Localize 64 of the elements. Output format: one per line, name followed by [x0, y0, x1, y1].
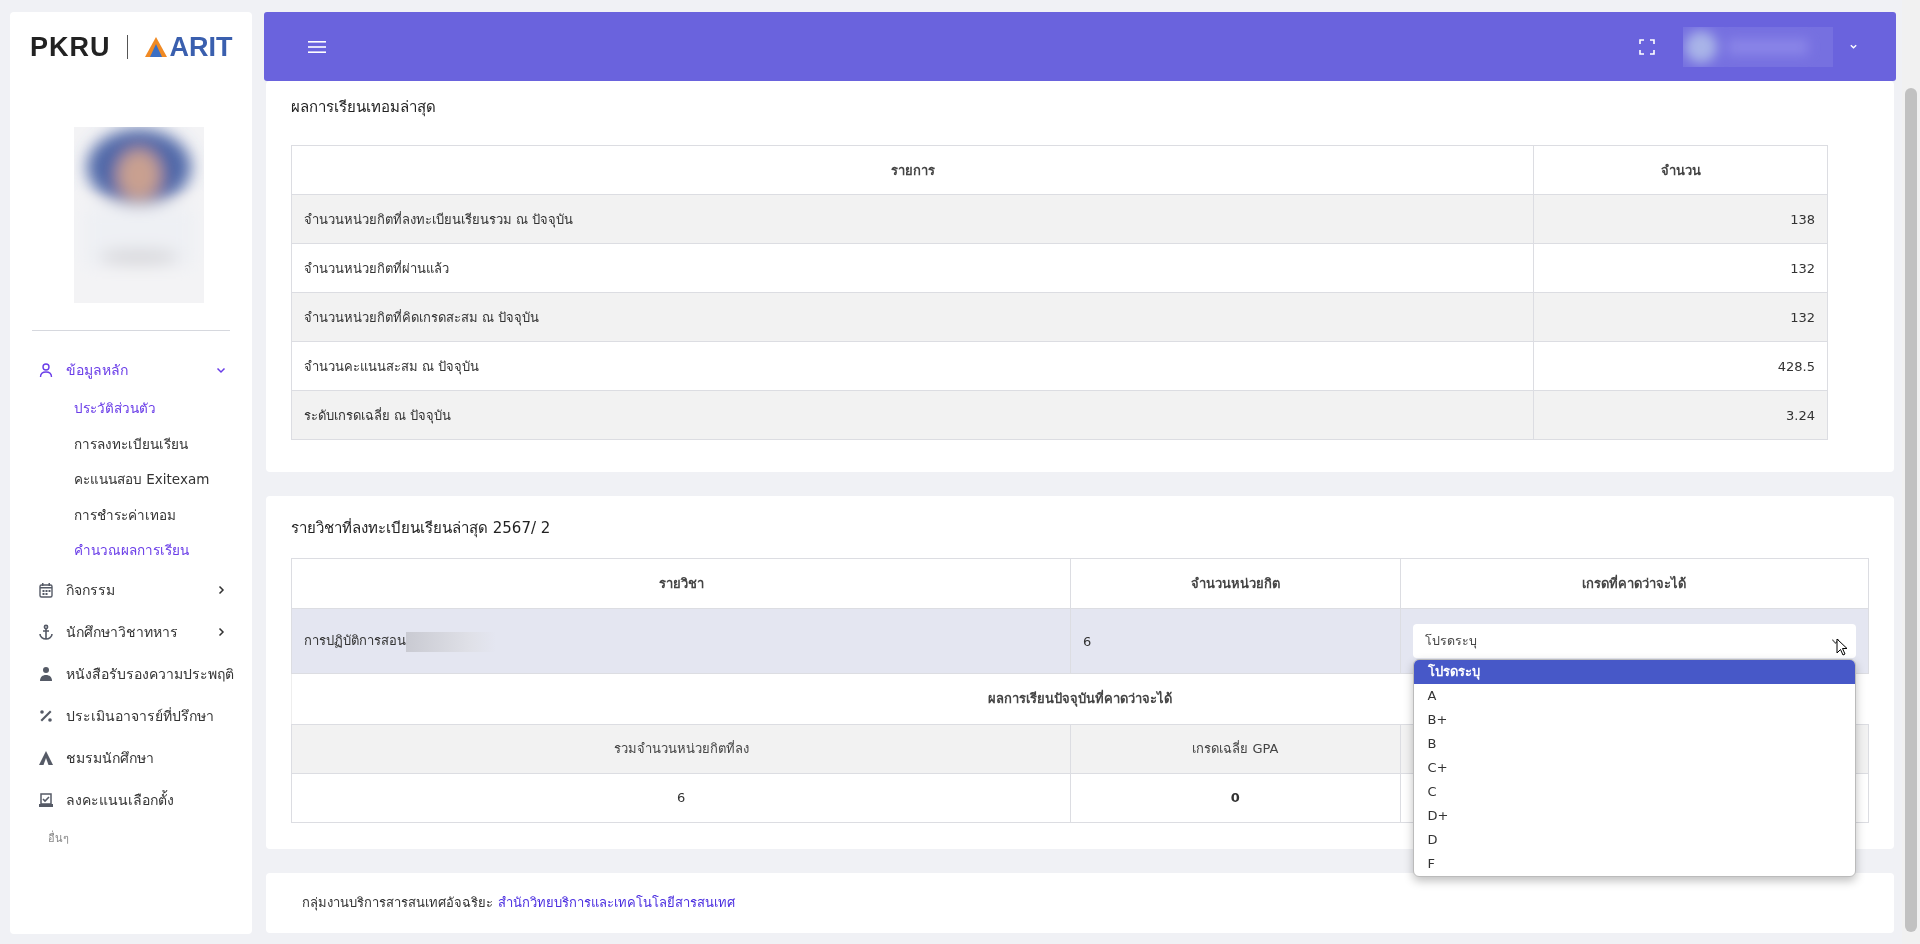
dropdown-option[interactable]: B	[1413, 732, 1855, 756]
column-header: เกรดที่คาดว่าจะได้	[1400, 558, 1869, 609]
tent-icon	[38, 749, 54, 766]
dropdown-option[interactable]: D	[1413, 828, 1855, 852]
submenu-item[interactable]: การชำระค่าเทอม	[10, 497, 252, 533]
table-cell: จำนวนหน่วยกิตที่ผ่านแล้ว	[291, 243, 1534, 293]
user-icon	[38, 362, 54, 378]
table-cell: จำนวนคะแนนสะสม ณ ปัจจุบัน	[291, 341, 1534, 391]
table-cell: 428.5	[1533, 341, 1828, 391]
calendar-icon	[38, 581, 54, 598]
table-cell: 0	[1230, 790, 1240, 805]
caret-icon[interactable]	[1849, 42, 1858, 51]
submenu-item[interactable]: คะแนนสอบ Exitexam	[10, 462, 252, 498]
dropdown-option[interactable]: B+	[1413, 708, 1855, 732]
card-title: รายวิชาที่ลงทะเบียนเรียนล่าสุด 2567/ 2	[291, 517, 552, 540]
submenu-item[interactable]: การลงทะเบียนเรียน	[10, 426, 252, 462]
submenu-item[interactable]: คำนวณผลการเรียน	[10, 533, 252, 569]
dropdown-option[interactable]: C	[1413, 780, 1855, 804]
dropdown-option[interactable]: A	[1413, 684, 1855, 708]
column-header: รายวิชา	[291, 558, 1071, 609]
fullscreen-icon[interactable]	[1639, 38, 1655, 55]
menu-item[interactable]: ข้อมูลหลัก	[10, 349, 252, 391]
percent-icon	[38, 707, 54, 724]
footer-link[interactable]: สำนักวิทยบริการและเทคโนโลยีสารสนเทศ	[498, 892, 735, 913]
scrollbar[interactable]	[1902, 0, 1920, 944]
table-cell: 132	[1533, 243, 1828, 293]
card-title: ผลการเรียนเทอมล่าสุด	[291, 97, 437, 119]
menu-item[interactable]: หนังสือรับรองความประพฤติ	[10, 652, 252, 695]
menu-item[interactable]: กิจกรรม	[10, 568, 252, 611]
submenu-item[interactable]: ประวัติส่วนตัว	[10, 391, 252, 427]
column-header: รายการ	[291, 145, 1534, 195]
column-header: จำนวน	[1533, 145, 1828, 195]
dropdown-option[interactable]: D+	[1413, 804, 1855, 828]
logo-text: ARIT	[169, 31, 233, 63]
column-header: จำนวนหน่วยกิต	[1070, 558, 1401, 609]
menu-item[interactable]: ลงคะแนนเลือกตั้ง	[10, 778, 252, 821]
table-cell: 138	[1533, 194, 1828, 244]
column-header: เกรดเฉลี่ย GPA	[1070, 724, 1401, 773]
table-cell: จำนวนหน่วยกิตที่คิดเกรดสะสม ณ ปัจจุบัน	[291, 292, 1534, 342]
column-header: รวมจำนวนหน่วยกิตที่ลง	[291, 724, 1071, 773]
footer-text: กลุ่มงานบริการสารสนเทศอัจฉริยะ	[302, 894, 493, 913]
table-cell: 3.24	[1533, 390, 1828, 440]
table-cell: 6	[1083, 633, 1092, 649]
menu-item[interactable]: ชมรมนักศึกษา	[10, 736, 252, 779]
menu-item[interactable]: ประเมินอาจารย์ที่ปรึกษา	[10, 694, 252, 737]
menu-icon[interactable]	[308, 39, 326, 54]
table-cell: ระดับเกรดเฉลี่ย ณ ปัจจุบัน	[291, 390, 1534, 440]
summary-title: ผลการเรียนปัจจุบันที่คาดว่าจะได้	[988, 691, 1173, 707]
table-cell: 6	[676, 790, 686, 805]
mouse-cursor-icon	[1836, 638, 1848, 656]
triangle-logo-icon	[143, 36, 168, 58]
table-cell: การปฏิบัติการสอน	[304, 633, 406, 649]
logo-text: PKRU	[30, 31, 111, 63]
table-cell: 132	[1533, 292, 1828, 342]
menu-item[interactable]: นักศึกษาวิชาทหาร	[10, 610, 252, 653]
anchor-icon	[38, 623, 54, 640]
section-label: อื่นๆ	[47, 829, 70, 847]
dropdown-option[interactable]: F	[1413, 852, 1855, 876]
grade-dropdown[interactable]: โปรดระบุ	[1412, 624, 1856, 658]
ballot-box-icon	[38, 791, 54, 808]
table-cell: จำนวนหน่วยกิตที่ลงทะเบียนเรียนรวม ณ ปัจจุบัน	[291, 194, 1534, 244]
dropdown-option[interactable]: C+	[1413, 756, 1855, 780]
person-icon	[38, 665, 54, 682]
dropdown-option[interactable]: โปรดระบุ	[1413, 660, 1855, 684]
